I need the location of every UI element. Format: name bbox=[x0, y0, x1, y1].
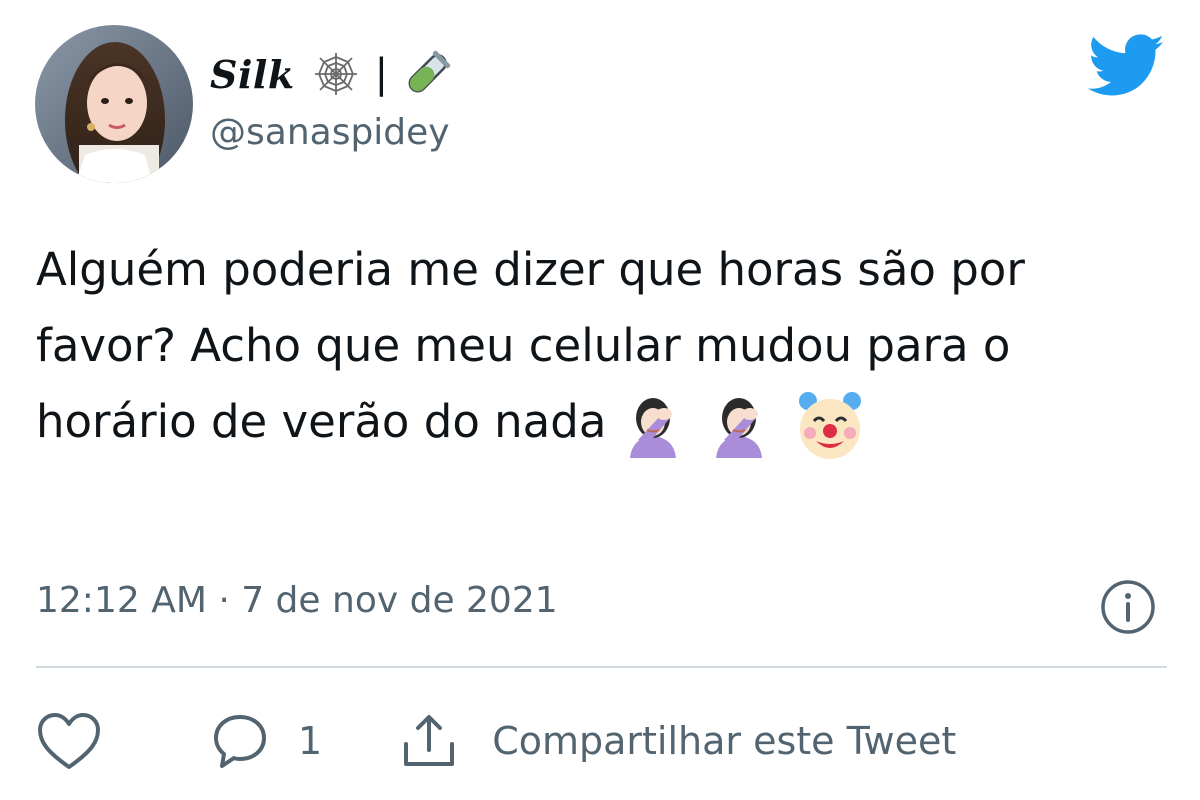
test-tube-icon bbox=[402, 49, 452, 99]
display-name[interactable]: Silk bbox=[210, 52, 295, 97]
share-label: Compartilhar este Tweet bbox=[492, 719, 957, 763]
facepalm-icon bbox=[716, 398, 763, 458]
name-separator: | bbox=[374, 51, 389, 97]
share-button[interactable]: Compartilhar este Tweet bbox=[400, 712, 956, 770]
divider bbox=[36, 666, 1167, 668]
tweet-body: Alguém poderia me dizer que horas são po… bbox=[36, 243, 1040, 448]
speech-bubble-icon bbox=[214, 715, 266, 768]
heart-icon bbox=[38, 713, 100, 769]
clown-face-icon bbox=[799, 392, 862, 459]
tweet-timestamp[interactable]: 12:12 AM · 7 de nov de 2021 bbox=[36, 580, 558, 621]
reply-button[interactable]: 1 bbox=[212, 713, 322, 769]
facepalm-icon bbox=[630, 398, 677, 458]
tweet-actions: 1 Compartilhar este Tweet bbox=[36, 705, 956, 777]
spider-web-icon bbox=[313, 51, 359, 97]
display-name-row[interactable]: Silk | bbox=[210, 44, 452, 104]
avatar[interactable] bbox=[35, 25, 193, 183]
info-icon[interactable] bbox=[1099, 578, 1157, 636]
like-button[interactable] bbox=[36, 711, 102, 771]
tweet-card: Silk | @sanaspidey Alguém poderia me diz… bbox=[0, 0, 1200, 800]
reply-count: 1 bbox=[298, 719, 323, 763]
share-icon bbox=[404, 715, 455, 766]
tweet-text: Alguém poderia me dizer que horas são po… bbox=[36, 232, 1166, 463]
user-handle[interactable]: @sanaspidey bbox=[210, 112, 450, 153]
twitter-bird-icon[interactable] bbox=[1087, 34, 1166, 98]
tweet-emojis bbox=[620, 387, 888, 463]
